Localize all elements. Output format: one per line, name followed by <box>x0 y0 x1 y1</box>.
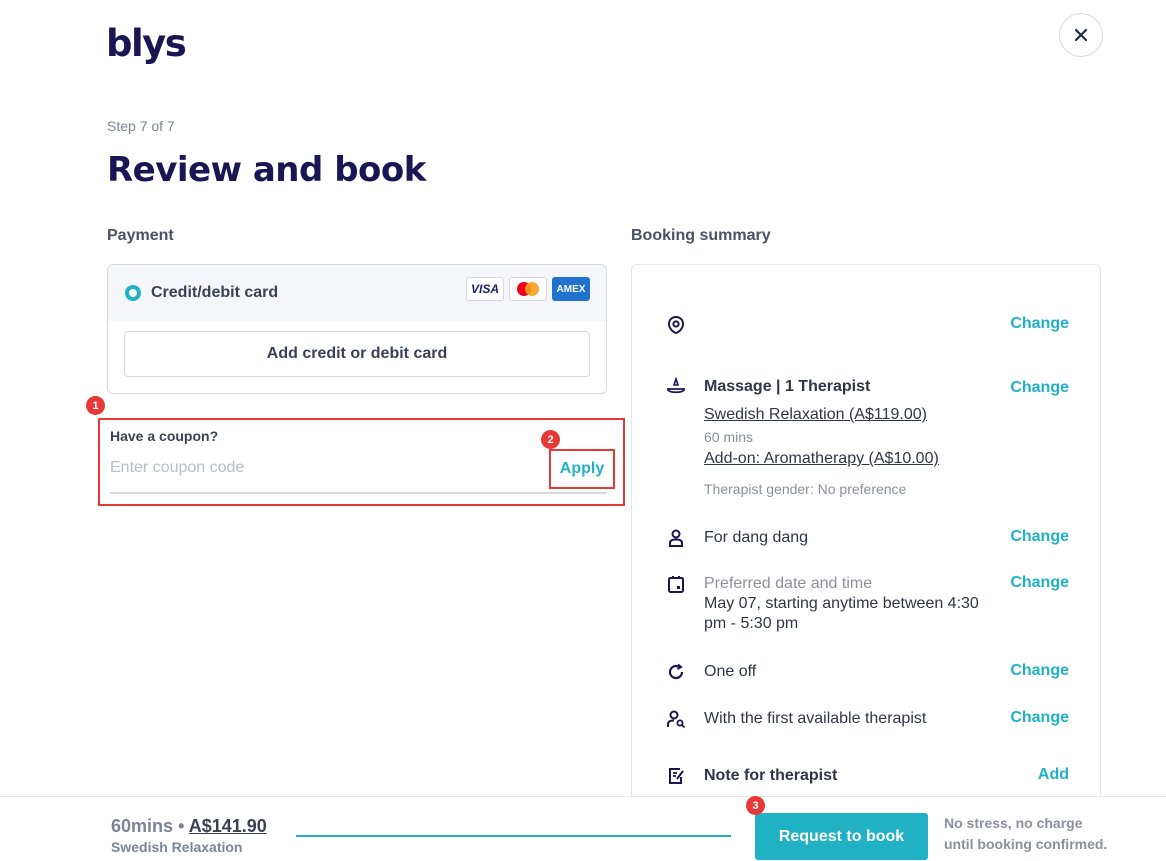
no-charge-note-line2: until booking confirmed. <box>944 836 1108 852</box>
blys-logo[interactable]: blys <box>106 22 187 65</box>
credit-card-option[interactable]: Credit/debit card VISA AMEX <box>108 265 606 321</box>
therapist-text: With the first available therapist <box>704 710 927 727</box>
change-therapist-button[interactable]: Change <box>1010 709 1069 727</box>
payment-method-box: Credit/debit card VISA AMEX Add credit o… <box>107 264 607 394</box>
change-frequency-button[interactable]: Change <box>1010 662 1069 680</box>
booking-summary-label: Booking summary <box>631 227 771 244</box>
service-title: Massage | 1 Therapist <box>704 378 871 395</box>
change-location-button[interactable]: Change <box>1010 315 1069 333</box>
datetime-value: May 07, starting anytime between 4:30 pm… <box>704 595 979 632</box>
close-button[interactable] <box>1059 13 1103 57</box>
treatment-link[interactable]: Swedish Relaxation (A$119.00) <box>704 405 1004 425</box>
mastercard-logo <box>509 277 547 301</box>
recipient-text: For dang dang <box>704 529 809 546</box>
annotation-badge-2: 2 <box>541 430 560 449</box>
apply-highlight: Apply <box>549 449 615 489</box>
datetime-label: Preferred date and time <box>704 575 873 592</box>
service-details: Massage | 1 Therapist Swedish Relaxation… <box>704 377 1004 499</box>
booking-summary-box: Change Massage | 1 Therapist Swedish Rel… <box>631 264 1101 824</box>
credit-card-label: Credit/debit card <box>151 284 279 301</box>
card-brand-logos: VISA AMEX <box>466 277 590 301</box>
change-datetime-button[interactable]: Change <box>1010 574 1069 592</box>
addon-link[interactable]: Add-on: Aromatherapy (A$10.00) <box>704 449 1004 469</box>
booking-footer: 60mins • A$141.90 Swedish Relaxation Req… <box>0 796 1166 861</box>
page-title: Review and book <box>107 150 426 190</box>
progress-line <box>296 835 731 837</box>
add-note-button[interactable]: Add <box>1038 766 1069 784</box>
calendar-icon <box>666 574 686 594</box>
datetime-details: Preferred date and time May 07, starting… <box>704 574 1004 634</box>
close-icon <box>1074 28 1088 42</box>
coupon-underline <box>110 492 607 494</box>
duration-text: 60 mins <box>704 429 754 445</box>
footer-duration: 60mins <box>111 816 174 836</box>
request-to-book-button[interactable]: Request to book <box>755 813 928 860</box>
amex-logo: AMEX <box>552 277 590 301</box>
footer-separator: • <box>178 816 185 836</box>
mastercard-icon <box>517 282 539 296</box>
visa-logo: VISA <box>466 277 504 301</box>
therapist-gender-text: Therapist gender: No preference <box>704 481 907 497</box>
repeat-icon <box>666 662 686 682</box>
person-icon <box>666 528 686 548</box>
coupon-title: Have a coupon? <box>110 428 219 444</box>
therapist-search-icon <box>666 709 686 729</box>
change-recipient-button[interactable]: Change <box>1010 528 1069 546</box>
no-charge-note-line1: No stress, no charge <box>944 815 1083 831</box>
massage-icon <box>666 377 686 397</box>
change-service-button[interactable]: Change <box>1010 379 1069 397</box>
price-summary: 60mins • A$141.90 <box>111 816 267 837</box>
note-edit-icon <box>666 766 686 786</box>
coupon-input[interactable] <box>110 456 550 480</box>
frequency-text: One off <box>704 663 757 680</box>
step-indicator: Step 7 of 7 <box>107 118 175 134</box>
location-icon <box>666 315 686 335</box>
annotation-badge-3: 3 <box>746 796 765 815</box>
credit-card-radio[interactable] <box>125 285 141 301</box>
footer-service: Swedish Relaxation <box>111 839 243 855</box>
payment-section-label: Payment <box>107 227 174 244</box>
apply-coupon-button[interactable]: Apply <box>551 451 613 487</box>
note-text: Note for therapist <box>704 767 838 784</box>
footer-price[interactable]: A$141.90 <box>189 816 267 836</box>
add-card-button[interactable]: Add credit or debit card <box>124 331 590 377</box>
annotation-badge-1: 1 <box>86 396 105 415</box>
